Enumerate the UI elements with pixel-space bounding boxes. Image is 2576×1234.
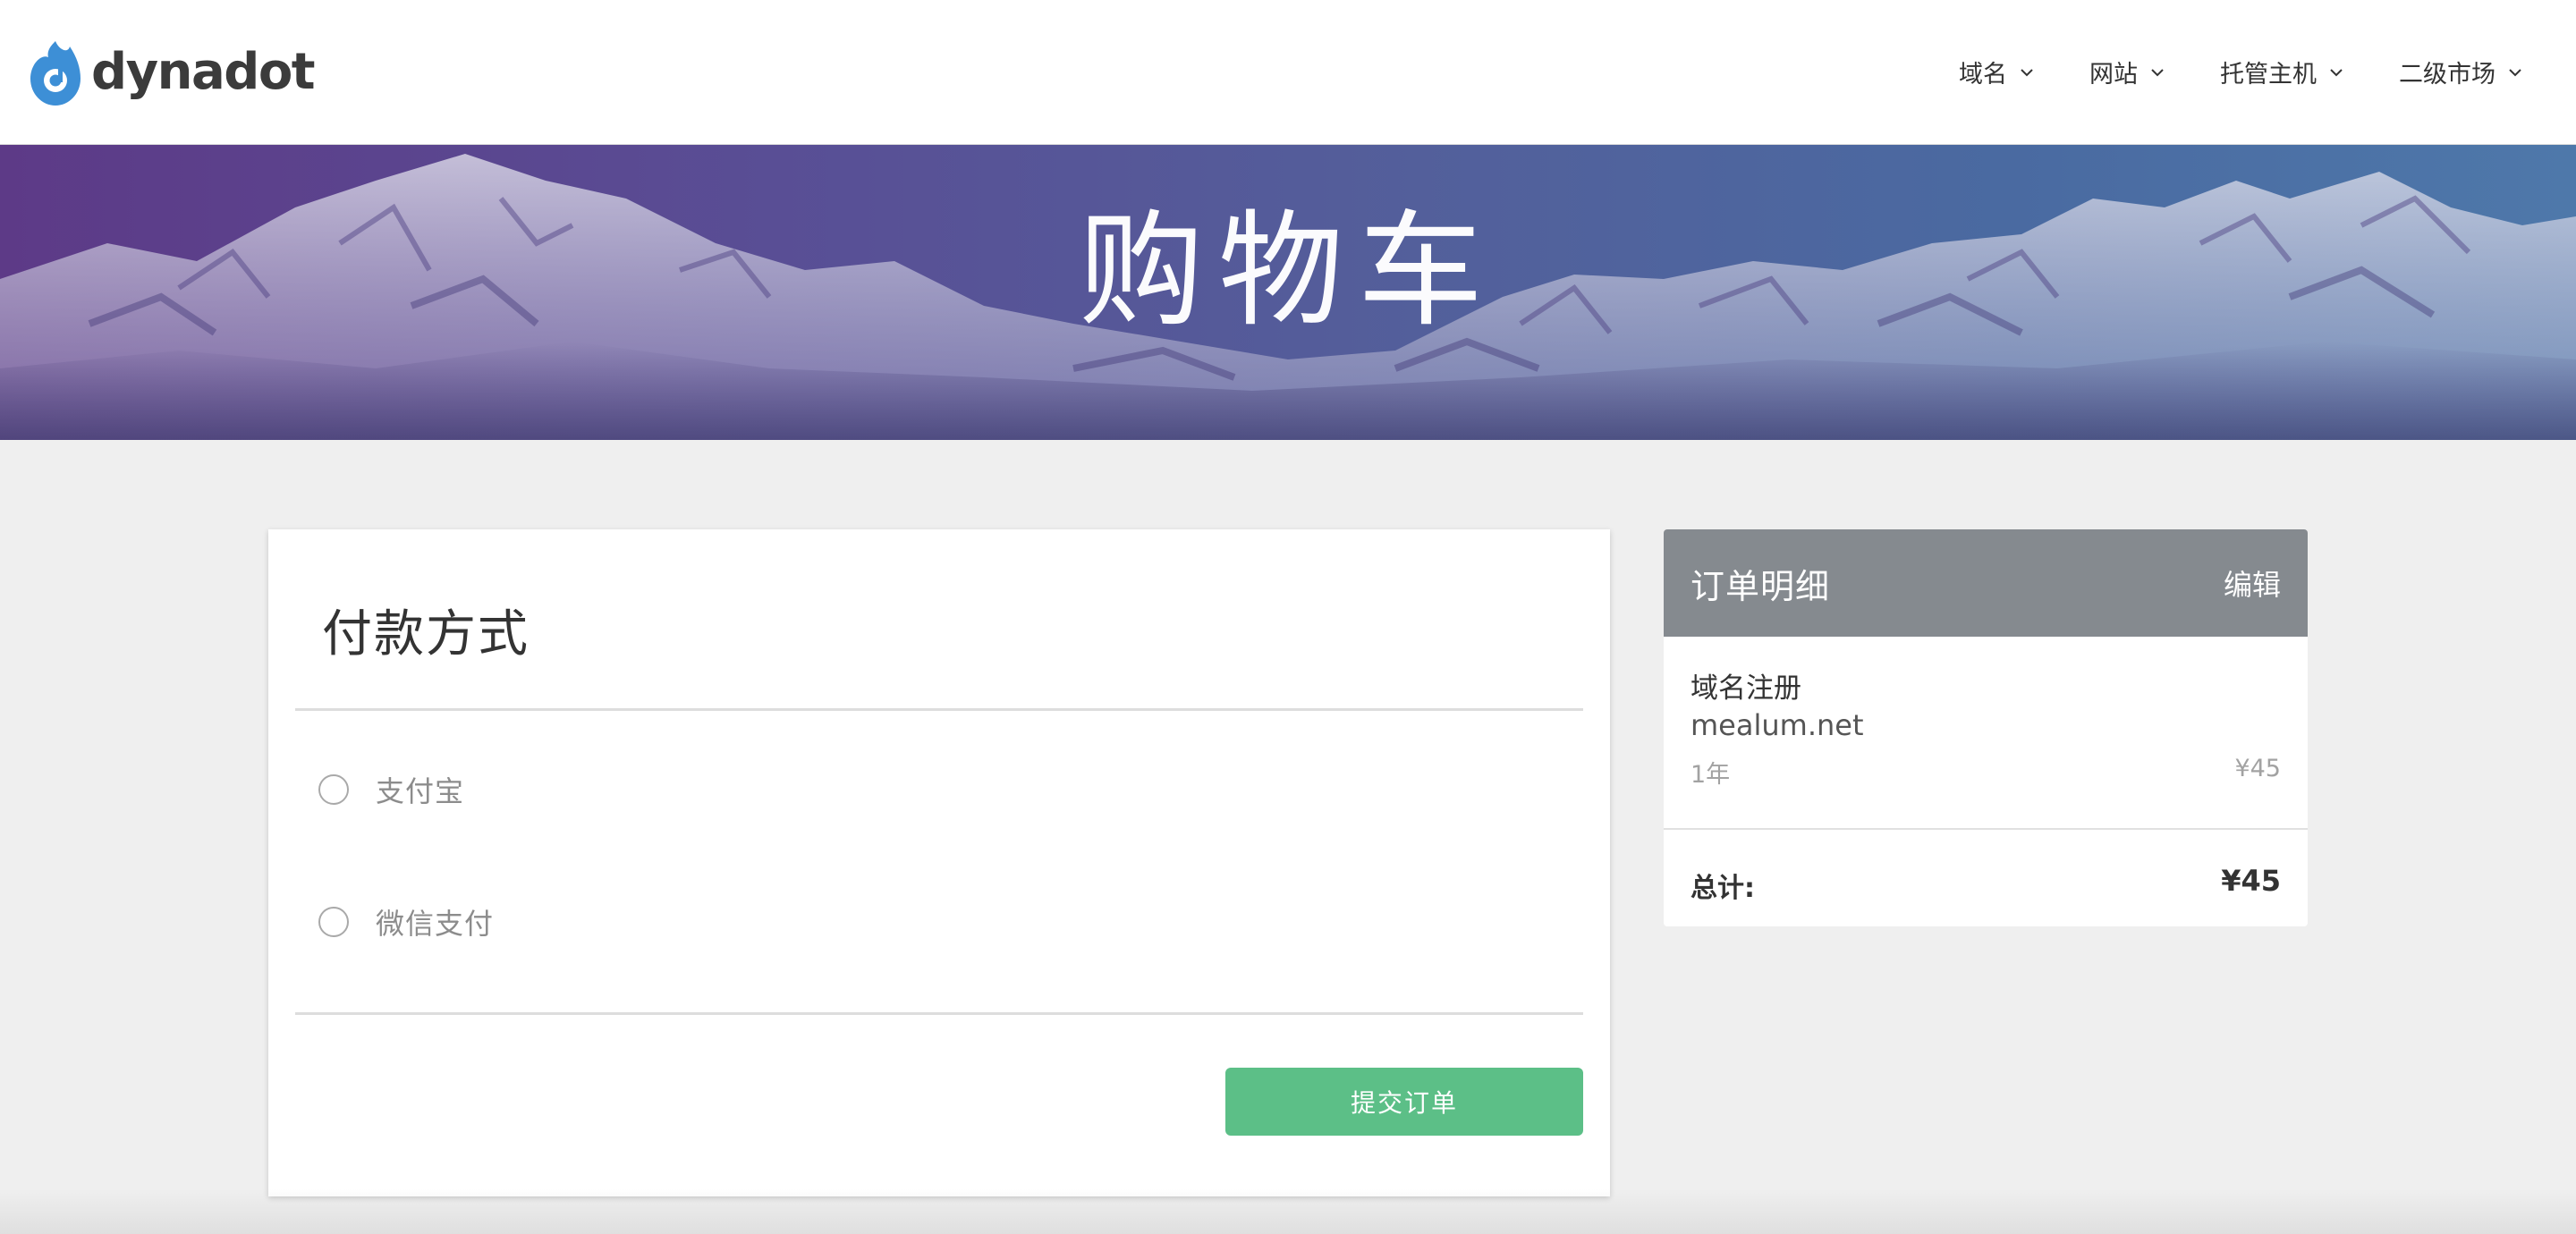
wechat-pay-radio[interactable]: [318, 907, 349, 937]
chevron-down-icon: [2509, 68, 2521, 76]
brand-name: dynadot: [91, 42, 316, 101]
nav-item-websites[interactable]: 网站: [2089, 55, 2165, 89]
submit-order-button[interactable]: 提交订单: [1225, 1068, 1583, 1136]
payment-method-panel: 付款方式 支付宝 微信支付 提交订单: [268, 529, 1610, 1196]
payment-option-wechat-pay[interactable]: 微信支付: [318, 901, 494, 942]
nav-item-label: 网站: [2089, 61, 2138, 89]
dynadot-flame-logo-icon: [30, 40, 80, 106]
nav-item-aftermarket[interactable]: 二级市场: [2399, 55, 2522, 89]
order-total-label: 总计:: [1690, 873, 1755, 904]
chevron-down-icon: [2330, 68, 2343, 76]
bottom-shadow: [0, 1189, 2576, 1234]
main-nav: 域名 网站 托管主机 二级市场: [1959, 55, 2522, 89]
alipay-radio[interactable]: [318, 774, 349, 805]
divider: [1664, 828, 2308, 830]
order-summary-header: 订单明细 编辑: [1664, 529, 2308, 637]
chevron-down-icon: [2021, 68, 2033, 76]
divider: [295, 708, 1583, 711]
brand-logo-link[interactable]: dynadot: [29, 38, 316, 107]
order-total-value: ¥45: [2221, 864, 2281, 898]
order-summary-panel: 订单明细 编辑 域名注册 mealum.net 1年 ¥45 总计: ¥45: [1664, 529, 2308, 926]
nav-item-label: 域名: [1959, 61, 2007, 89]
hero-banner: 购物车: [0, 145, 2576, 440]
order-item-type: 域名注册: [1690, 672, 1801, 705]
order-summary-title: 订单明细: [1690, 566, 1831, 606]
nav-item-hosting[interactable]: 托管主机: [2220, 55, 2343, 89]
edit-order-link[interactable]: 编辑: [2224, 562, 2281, 604]
payment-option-label: 支付宝: [376, 774, 465, 808]
nav-item-label: 托管主机: [2220, 61, 2317, 89]
order-item-price: ¥45: [2234, 755, 2281, 782]
nav-item-domains[interactable]: 域名: [1959, 55, 2034, 89]
order-item-term: 1年: [1690, 761, 1731, 789]
payment-method-title: 付款方式: [322, 605, 530, 663]
divider: [295, 1012, 1583, 1015]
chevron-down-icon: [2151, 68, 2164, 76]
order-item-domain: mealum.net: [1690, 708, 1864, 742]
top-navbar: dynadot 域名 网站 托管主机 二级市场: [0, 0, 2576, 145]
page-title: 购物车: [1078, 199, 1497, 344]
payment-option-label: 微信支付: [376, 907, 495, 941]
nav-item-label: 二级市场: [2399, 61, 2496, 89]
payment-option-alipay[interactable]: 支付宝: [318, 769, 464, 810]
